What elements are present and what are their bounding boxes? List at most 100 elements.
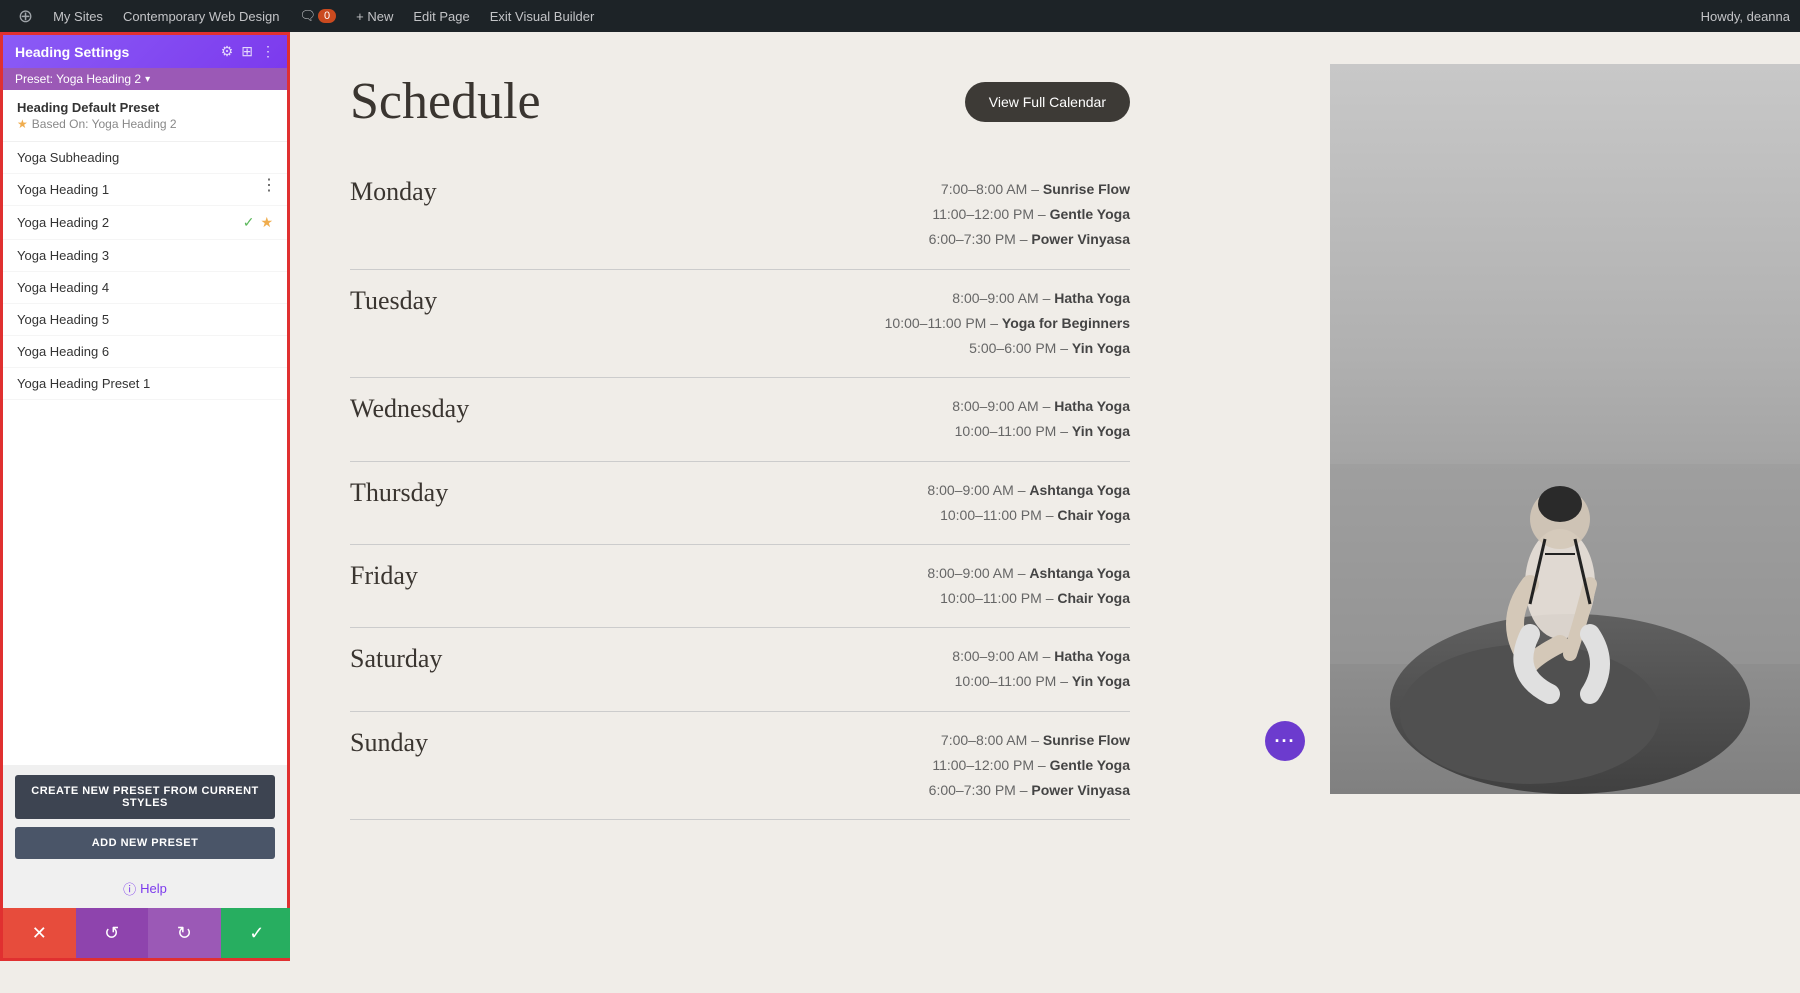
list-item[interactable]: Yoga Heading 3 (3, 240, 287, 272)
day-classes-wednesday: 8:00–9:00 AM – Hatha Yoga 10:00–11:00 PM… (952, 394, 1130, 444)
class-name: Chair Yoga (1057, 507, 1130, 523)
class-name: Power Vinyasa (1031, 231, 1130, 247)
admin-exit-builder[interactable]: Exit Visual Builder (482, 0, 603, 32)
admin-comments[interactable]: 🗨 0 (292, 0, 345, 32)
day-name-wednesday: Wednesday (350, 394, 530, 424)
default-preset-item[interactable]: Heading Default Preset ★ Based On: Yoga … (3, 90, 287, 142)
help-label: Help (140, 881, 167, 896)
schedule-header: Schedule View Full Calendar (350, 72, 1130, 131)
help-link[interactable]: ⓘ Help (13, 879, 277, 898)
heading-settings-panel: Heading Settings ⚙ ⊞ ⋮ Preset: Yoga Head… (0, 32, 290, 961)
view-calendar-button[interactable]: View Full Calendar (965, 82, 1130, 122)
class-item: 7:00–8:00 AM – Sunrise Flow (929, 728, 1130, 753)
admin-my-sites[interactable]: My Sites (45, 0, 111, 32)
schedule-day-wednesday: Wednesday 8:00–9:00 AM – Hatha Yoga 10:0… (350, 378, 1130, 461)
redo-button[interactable]: ↻ (148, 908, 221, 958)
default-preset-name: Heading Default Preset (17, 100, 273, 115)
bottom-toolbar: ✕ ↺ ↻ ✓ (3, 908, 293, 958)
class-name: Gentle Yoga (1050, 757, 1130, 773)
context-menu-icon[interactable]: ⋮ (261, 175, 277, 195)
admin-edit-page[interactable]: Edit Page (405, 0, 477, 32)
class-name: Yoga for Beginners (1002, 315, 1130, 331)
panel-header-icons: ⚙ ⊞ ⋮ (221, 43, 275, 60)
preset-label: Preset: Yoga Heading 2 (15, 72, 141, 86)
class-item: 10:00–11:00 PM – Chair Yoga (927, 586, 1130, 611)
wp-logo-icon[interactable]: ⊕ (10, 6, 41, 27)
preset-list: Heading Default Preset ★ Based On: Yoga … (3, 90, 287, 765)
day-classes-saturday: 8:00–9:00 AM – Hatha Yoga 10:00–11:00 PM… (952, 644, 1130, 694)
class-item: 8:00–9:00 AM – Hatha Yoga (952, 644, 1130, 669)
content-area: Schedule View Full Calendar Monday 7:00–… (290, 32, 1800, 961)
schedule-day-thursday: Thursday 8:00–9:00 AM – Ashtanga Yoga 10… (350, 462, 1130, 545)
list-item[interactable]: Yoga Heading Preset 1 (3, 368, 287, 400)
preset-chevron-icon: ▾ (145, 74, 150, 85)
class-name: Ashtanga Yoga (1029, 482, 1130, 498)
create-preset-button[interactable]: CREATE NEW PRESET FROM CURRENT STYLES (15, 775, 275, 819)
class-name: Yin Yoga (1072, 673, 1130, 689)
day-classes-sunday: 7:00–8:00 AM – Sunrise Flow 11:00–12:00 … (929, 728, 1130, 804)
panel-subheader[interactable]: Preset: Yoga Heading 2 ▾ (3, 68, 287, 90)
class-name: Chair Yoga (1057, 590, 1130, 606)
comment-count: 0 (318, 9, 336, 23)
class-name: Power Vinyasa (1031, 782, 1130, 798)
yoga-side-image (1330, 64, 1800, 794)
preset-item-icons: ✓ ★ (243, 214, 273, 231)
class-name: Sunrise Flow (1043, 732, 1130, 748)
list-item[interactable]: Yoga Heading 2 ✓ ★ (3, 206, 287, 240)
floating-menu-button[interactable]: ··· (1265, 721, 1305, 761)
class-item: 8:00–9:00 AM – Ashtanga Yoga (927, 478, 1130, 503)
class-item: 6:00–7:30 PM – Power Vinyasa (929, 227, 1130, 252)
class-item: 5:00–6:00 PM – Yin Yoga (885, 336, 1130, 361)
undo-button[interactable]: ↺ (76, 908, 149, 958)
admin-site-name[interactable]: Contemporary Web Design (115, 0, 288, 32)
list-item[interactable]: Yoga Subheading (3, 142, 287, 174)
list-item[interactable]: Yoga Heading 4 (3, 272, 287, 304)
admin-new[interactable]: + New (348, 0, 401, 32)
list-item[interactable]: Yoga Heading 6 (3, 336, 287, 368)
admin-bar: ⊕ My Sites Contemporary Web Design 🗨 0 +… (0, 0, 1800, 32)
class-name: Gentle Yoga (1050, 206, 1130, 222)
main-container: Heading Settings ⚙ ⊞ ⋮ Preset: Yoga Head… (0, 32, 1800, 961)
confirm-button[interactable]: ✓ (221, 908, 294, 958)
class-name: Sunrise Flow (1043, 181, 1130, 197)
panel-buttons: CREATE NEW PRESET FROM CURRENT STYLES AD… (3, 765, 287, 869)
help-circle-icon: ⓘ (123, 879, 136, 898)
class-item: 8:00–9:00 AM – Hatha Yoga (952, 394, 1130, 419)
class-name: Hatha Yoga (1054, 290, 1130, 306)
panel-header: Heading Settings ⚙ ⊞ ⋮ (3, 35, 287, 68)
admin-howdy: Howdy, deanna (1701, 9, 1790, 24)
preset-item-label: Yoga Heading 1 (17, 182, 109, 197)
add-preset-button[interactable]: ADD NEW PRESET (15, 827, 275, 859)
checkmark-icon: ✓ (243, 214, 255, 231)
day-classes-monday: 7:00–8:00 AM – Sunrise Flow 11:00–12:00 … (929, 177, 1130, 253)
class-item: 10:00–11:00 PM – Chair Yoga (927, 503, 1130, 528)
class-item: 10:00–11:00 PM – Yoga for Beginners (885, 311, 1130, 336)
panel-help: ⓘ Help (3, 869, 287, 908)
panel-more-icon[interactable]: ⋮ (261, 43, 275, 60)
list-item[interactable]: Yoga Heading 1 (3, 174, 287, 206)
schedule-day-tuesday: Tuesday 8:00–9:00 AM – Hatha Yoga 10:00–… (350, 270, 1130, 379)
day-name-sunday: Sunday (350, 728, 530, 758)
based-on-star-icon: ★ (17, 117, 28, 131)
class-name: Yin Yoga (1072, 340, 1130, 356)
class-name: Hatha Yoga (1054, 398, 1130, 414)
class-item: 11:00–12:00 PM – Gentle Yoga (929, 202, 1130, 227)
preset-item-label: Yoga Heading 4 (17, 280, 109, 295)
day-name-tuesday: Tuesday (350, 286, 530, 316)
schedule-day-friday: Friday 8:00–9:00 AM – Ashtanga Yoga 10:0… (350, 545, 1130, 628)
class-item: 10:00–11:00 PM – Yin Yoga (952, 669, 1130, 694)
yoga-figure (1330, 64, 1800, 794)
class-item: 7:00–8:00 AM – Sunrise Flow (929, 177, 1130, 202)
default-preset-based-on: ★ Based On: Yoga Heading 2 (17, 117, 273, 131)
class-item: 11:00–12:00 PM – Gentle Yoga (929, 753, 1130, 778)
preset-item-label: Yoga Subheading (17, 150, 119, 165)
preset-item-label: Yoga Heading 2 (17, 215, 109, 230)
panel-title: Heading Settings (15, 44, 129, 60)
day-classes-friday: 8:00–9:00 AM – Ashtanga Yoga 10:00–11:00… (927, 561, 1130, 611)
panel-settings-icon[interactable]: ⚙ (221, 43, 234, 60)
panel-expand-icon[interactable]: ⊞ (241, 43, 253, 60)
cancel-button[interactable]: ✕ (3, 908, 76, 958)
day-classes-thursday: 8:00–9:00 AM – Ashtanga Yoga 10:00–11:00… (927, 478, 1130, 528)
list-item[interactable]: Yoga Heading 5 (3, 304, 287, 336)
day-name-friday: Friday (350, 561, 530, 591)
